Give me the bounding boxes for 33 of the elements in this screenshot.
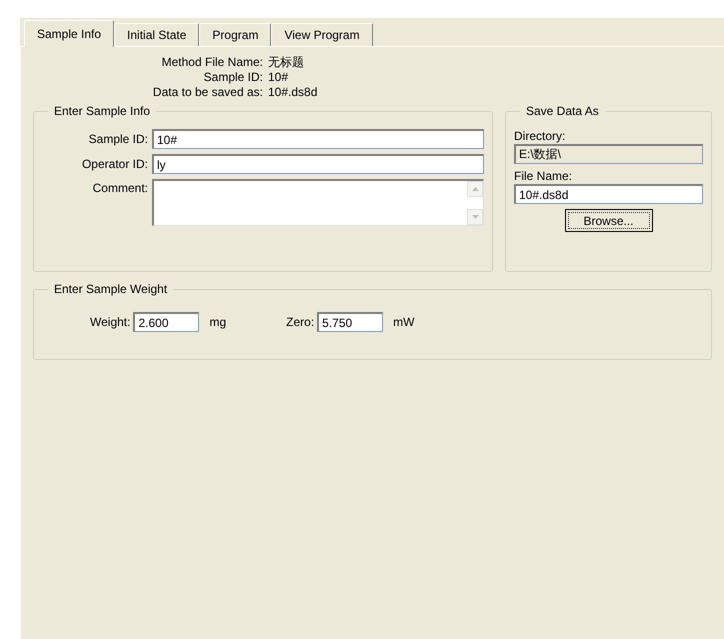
up-arrow-icon (472, 187, 478, 191)
summary-label: Method File Name: (160, 55, 263, 70)
browse-button[interactable]: Browse... (564, 209, 652, 232)
field-label: Directory: (514, 128, 566, 144)
down-arrow-icon (472, 215, 478, 219)
group-title: Enter Sample Info (53, 104, 152, 118)
tab[interactable]: Initial State (114, 23, 200, 46)
unit-label: mW (393, 315, 414, 329)
summary-label: Data to be saved as: (152, 85, 263, 100)
file-name-field[interactable]: 10#.ds8d (514, 184, 703, 204)
unit-label: mg (209, 315, 226, 329)
field-label: Weight: (90, 315, 132, 329)
summary-value: 10#.ds8d (268, 85, 318, 100)
field-label: File Name: (514, 168, 574, 184)
summary-value: 无标题 (268, 55, 305, 70)
group-title: Enter Sample Weight (53, 282, 168, 296)
scroll-button[interactable] (467, 181, 483, 197)
scroll-button[interactable] (467, 209, 483, 225)
field-label: Zero: (286, 315, 316, 329)
field-label: Comment: (92, 180, 149, 195)
summary-label: Sample ID: (202, 70, 263, 85)
field-label: Operator ID: (80, 157, 149, 171)
tab[interactable]: Program (199, 23, 272, 46)
operator-id-field[interactable]: ly (152, 154, 484, 174)
tab[interactable]: Sample Info (24, 20, 114, 47)
sample-id-field[interactable]: 10# (152, 129, 484, 149)
field-label: Sample ID: (88, 132, 149, 146)
comment-field[interactable] (152, 179, 484, 226)
tab[interactable]: View Program (271, 23, 373, 46)
number-field[interactable]: 2.600 (133, 312, 200, 332)
group-title: Save Data As (525, 104, 600, 118)
summary-value: 10# (268, 70, 290, 85)
number-field[interactable]: 5.750 (317, 312, 384, 332)
